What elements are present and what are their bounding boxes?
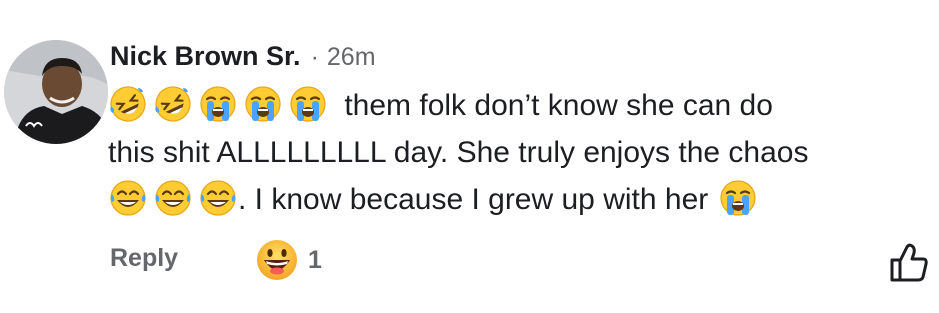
- rolling-on-floor-laughing-emoji: [153, 84, 193, 124]
- face-with-tears-of-joy-emoji: [108, 178, 148, 218]
- thumbs-up-icon[interactable]: [888, 242, 930, 284]
- separator-dot: ·: [310, 43, 319, 71]
- loudly-crying-emoji: [198, 84, 238, 124]
- face-with-tears-of-joy-emoji: [198, 178, 238, 218]
- comment-text-line-3: . I know because I grew up with her: [238, 183, 709, 216]
- comment-body: them folk don’t know she can do this shi…: [108, 82, 938, 223]
- face-with-tears-of-joy-emoji: [153, 178, 193, 218]
- comment-text-line-1: them folk don’t know she can do: [344, 89, 773, 122]
- reaction-summary[interactable]: 1: [255, 238, 322, 282]
- comment-text-line-2: this shit ALLLLLLLLL day. She truly enjo…: [108, 136, 809, 169]
- grinning-face-icon: [255, 238, 299, 282]
- comment-line-1: them folk don’t know she can do: [108, 82, 938, 129]
- author-name[interactable]: Nick Brown Sr.: [110, 41, 301, 72]
- comment-actions: Reply 1: [110, 238, 935, 286]
- avatar-photo: [4, 40, 108, 144]
- reaction-count: 1: [308, 245, 322, 274]
- avatar[interactable]: [4, 40, 108, 144]
- loudly-crying-emoji: [288, 84, 328, 124]
- comment-line-2: this shit ALLLLLLLLL day. She truly enjo…: [108, 129, 938, 176]
- loudly-crying-emoji: [243, 84, 283, 124]
- comment-header: Nick Brown Sr. · 26m: [110, 41, 376, 79]
- rolling-on-floor-laughing-emoji: [108, 84, 148, 124]
- reply-button[interactable]: Reply: [110, 244, 178, 273]
- comment-line-3: . I know because I grew up with her: [108, 176, 938, 223]
- timestamp[interactable]: 26m: [327, 43, 376, 72]
- loudly-crying-emoji: [718, 178, 758, 218]
